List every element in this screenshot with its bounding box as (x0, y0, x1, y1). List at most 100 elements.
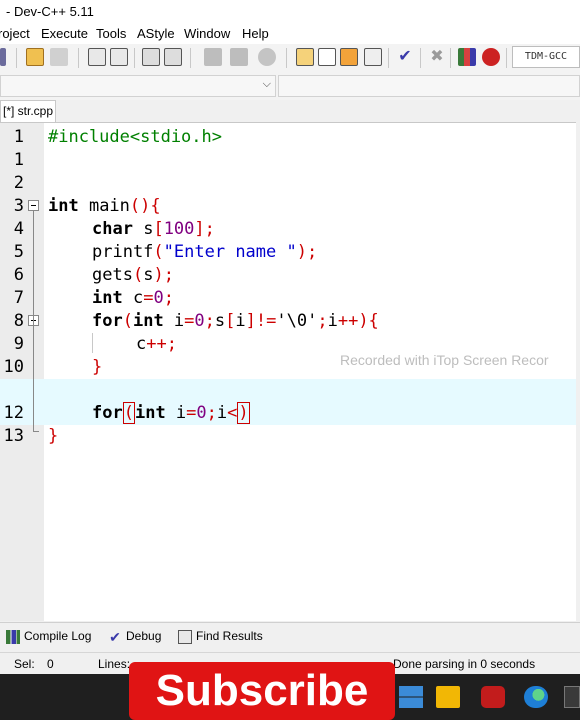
class-combo[interactable]: ⌵ (0, 75, 276, 97)
run-icon[interactable] (230, 48, 248, 66)
main-toolbar: ✔ ✖ (0, 44, 580, 73)
line-number: 1 (13, 150, 24, 170)
toolbar-separator (506, 48, 507, 68)
check-icon[interactable]: ✔ (396, 48, 414, 66)
chart-icon[interactable] (458, 48, 476, 66)
editor-scrollbar[interactable] (576, 122, 580, 620)
menu-execute[interactable]: Execute (41, 24, 88, 44)
line-number: 8 (13, 311, 24, 331)
line-number: 4 (13, 219, 24, 239)
code-line: 7 int c=0; (0, 287, 576, 310)
class-icon[interactable] (340, 48, 358, 66)
toolbar-separator (388, 48, 389, 68)
indent-guide (92, 333, 93, 353)
code-line: 12 for(int i=0;i<) (0, 402, 576, 425)
tab-compile-log[interactable]: Compile Log (6, 627, 91, 645)
toolbar-separator (450, 48, 451, 68)
compile-run-icon[interactable] (258, 48, 276, 66)
line-number: 9 (13, 334, 24, 354)
line-number: 1 (13, 127, 24, 147)
code-line: 5 printf("Enter name "); (0, 241, 576, 264)
code-text: int c=0; (92, 288, 174, 308)
menu-astyle[interactable]: AStyle (137, 24, 175, 44)
fold-guide-end (33, 431, 39, 432)
function-combo[interactable] (278, 75, 580, 97)
line-number: 5 (13, 242, 24, 262)
code-text: gets(s); (92, 265, 174, 285)
tab-str-cpp[interactable]: [*] str.cpp (0, 100, 56, 122)
taskbar-app-icon[interactable] (564, 686, 580, 708)
bookmark-icon[interactable] (164, 48, 182, 66)
code-line: 1 #include<stdio.h> (0, 126, 576, 149)
code-text: } (92, 357, 103, 377)
line-number: 2 (13, 173, 24, 193)
fold-toggle-icon[interactable] (28, 200, 39, 211)
screen-recorder-icon[interactable] (481, 686, 505, 708)
window-icon[interactable] (318, 48, 336, 66)
code-text: #include<stdio.h> (48, 127, 222, 147)
chevron-down-icon[interactable]: ⌵ (263, 78, 271, 91)
code-editor[interactable]: 1 #include<stdio.h> 1 2 3 int main(){ 4 … (0, 122, 576, 621)
toolbar-separator (286, 48, 287, 68)
status-lines-label: Lines: (98, 657, 131, 671)
recorder-watermark: Recorded with iTop Screen Recor (340, 352, 549, 368)
status-sel-value: 0 (47, 657, 54, 671)
code-text: for(int i=0;s[i]!='\0';i++){ (92, 311, 379, 331)
toolbar-separator (420, 48, 421, 68)
close-icon[interactable]: ✖ (428, 48, 446, 66)
undo-icon[interactable] (26, 48, 44, 66)
subscribe-banner[interactable]: Subscribe (129, 662, 395, 720)
window-title: - Dev-C++ 5.11 (0, 0, 580, 24)
code-line: 2 (0, 172, 576, 195)
bottom-panel-tabs: Compile Log ✔ Debug Find Results (0, 622, 580, 649)
compile-log-icon (6, 629, 20, 644)
compiler-select[interactable]: TDM-GCC (512, 46, 580, 68)
compile-icon[interactable] (204, 48, 222, 66)
code-text: printf("Enter name "); (92, 242, 318, 262)
new-project-icon[interactable] (296, 48, 314, 66)
grid-icon[interactable] (364, 48, 382, 66)
code-line: 8 for(int i=0;s[i]!='\0';i++){ (0, 310, 576, 333)
menu-help[interactable]: Help (242, 24, 269, 44)
current-line-highlight (0, 379, 576, 402)
menu-project[interactable]: roject (0, 24, 30, 44)
tab-label: Debug (126, 629, 162, 643)
line-number: 10 (3, 357, 24, 377)
replace-icon[interactable] (110, 48, 128, 66)
line-number: 7 (13, 288, 24, 308)
code-text: int main(){ (48, 196, 161, 216)
code-text: c++; (136, 334, 177, 354)
find-icon (178, 629, 192, 644)
tab-find-results[interactable]: Find Results (178, 627, 263, 645)
menu-bar: roject Execute Tools AStyle Window Help (0, 24, 580, 44)
menu-tools[interactable]: Tools (96, 24, 126, 44)
line-number: 12 (3, 403, 24, 423)
toolbar-separator (134, 48, 135, 68)
redo-icon[interactable] (50, 48, 68, 66)
find-icon[interactable] (88, 48, 106, 66)
code-text: for(int i=0;i<) (92, 402, 250, 424)
menu-window[interactable]: Window (184, 24, 230, 44)
class-browser-bar: ⌵ (0, 72, 580, 101)
toolbar-edge-icon[interactable] (0, 48, 6, 66)
profile-icon[interactable] (482, 48, 500, 66)
toolbar-separator (16, 48, 17, 68)
edge-browser-icon[interactable] (524, 686, 548, 708)
code-line: 3 int main(){ (0, 195, 576, 218)
toolbar-separator (78, 48, 79, 68)
tab-debug[interactable]: ✔ Debug (108, 627, 161, 645)
status-sel-label: Sel: (14, 657, 35, 671)
file-explorer-icon[interactable] (436, 686, 460, 708)
code-line: 1 (0, 149, 576, 172)
code-line: 4 char s[100]; (0, 218, 576, 241)
code-text: } (48, 426, 59, 446)
toolbar-separator (190, 48, 191, 68)
tab-label: Compile Log (24, 629, 92, 643)
line-number: 3 (13, 196, 24, 216)
windows-start-icon[interactable] (399, 686, 423, 708)
tab-label: Find Results (196, 629, 263, 643)
code-line: 6 gets(s); (0, 264, 576, 287)
check-icon: ✔ (109, 628, 121, 645)
goto-icon[interactable] (142, 48, 160, 66)
status-message: Done parsing in 0 seconds (393, 657, 536, 671)
